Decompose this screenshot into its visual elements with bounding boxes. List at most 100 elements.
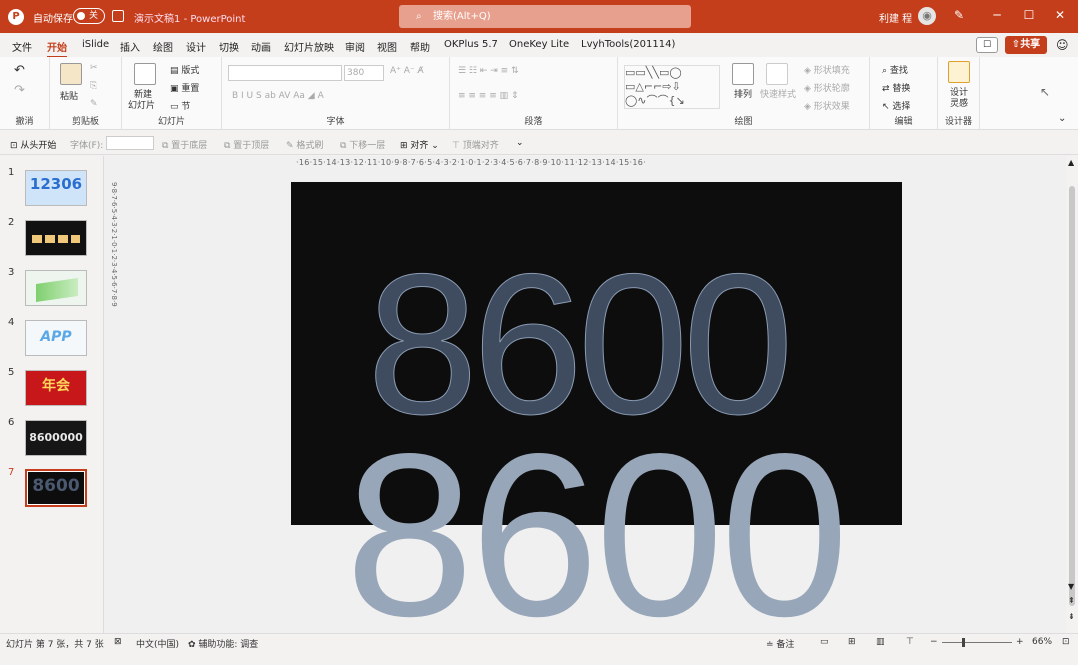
tab-draw[interactable]: 绘图 (153, 39, 173, 54)
tab-transitions[interactable]: 切换 (219, 39, 239, 54)
layout-button[interactable]: ▤ 版式 (170, 63, 199, 76)
scroll-up-icon[interactable]: ▲ (1068, 158, 1074, 167)
align-button[interactable]: ⊞ 对齐 ⌄ (400, 138, 439, 151)
cut-icon[interactable]: ✂ (90, 63, 98, 73)
qat-more-icon[interactable]: ⌄ (516, 138, 524, 148)
new-slide-icon[interactable] (134, 63, 156, 85)
reading-view-icon[interactable]: ▥ (876, 637, 885, 647)
slide-thumbnail[interactable]: APP (25, 320, 87, 356)
avatar[interactable]: ◉ (918, 7, 936, 25)
share-button[interactable]: ⇧共享 (1005, 36, 1047, 54)
slide-thumbnail[interactable]: 年会 (25, 370, 87, 406)
font-size-input[interactable]: 380 (344, 65, 384, 81)
slide-number: 5 (8, 367, 15, 378)
tab-home[interactable]: 开始 (47, 39, 67, 58)
slide-thumbnail-current[interactable]: 8600 (25, 469, 87, 507)
more-options-icon[interactable]: ☺ (1056, 38, 1069, 52)
shape-outline-button[interactable]: ◈ 形状轮廓 (804, 81, 850, 94)
bring-to-back-button[interactable]: ⧉ 置于底层 (162, 138, 207, 151)
zoom-level[interactable]: 66% (1032, 637, 1052, 647)
scrollbar-thumb[interactable] (1069, 186, 1075, 606)
redo-icon[interactable]: ↷ (14, 83, 25, 98)
paste-icon[interactable] (60, 63, 82, 85)
grow-font-icon[interactable]: A⁺ A⁻ A̸ (390, 66, 424, 76)
font-format-icons[interactable]: B I U S ab AV Aa ◢ A (232, 91, 324, 101)
minimize-icon[interactable]: ─ (987, 8, 1007, 22)
new-slide-button-label[interactable]: 幻灯片 (128, 98, 155, 111)
quick-styles-button[interactable]: 快速样式 (760, 87, 796, 100)
tab-okplus[interactable]: OKPlus 5.7 (444, 39, 498, 50)
accessibility-button[interactable]: ✿ 辅助功能: 调查 (188, 637, 258, 650)
slideshow-icon[interactable]: ⊤ (906, 637, 914, 647)
font-select[interactable] (106, 136, 154, 150)
slide-thumbnail[interactable]: 12306 (25, 170, 87, 206)
copy-icon[interactable]: ⎘ (90, 81, 97, 91)
maximize-icon[interactable]: ☐ (1019, 8, 1039, 22)
zoom-out-icon[interactable]: − (930, 637, 938, 647)
find-button[interactable]: ⌕ 查找 (882, 63, 908, 76)
move-down-button[interactable]: ⧉ 下移一层 (340, 138, 385, 151)
from-start-button[interactable]: ⊡ 从头开始 (10, 138, 56, 151)
format-painter-icon[interactable]: ✎ (90, 99, 98, 109)
format-painter-button[interactable]: ✎ 格式刷 (286, 138, 323, 151)
design-ideas-icon[interactable] (948, 61, 970, 83)
user-name[interactable]: 利建 程 (879, 10, 912, 25)
zoom-in-icon[interactable]: + (1016, 637, 1024, 647)
document-title: 演示文稿1 - PowerPoint (134, 14, 246, 25)
font-group: 380 A⁺ A⁻ A̸ B I U S ab AV Aa ◢ A 字体 (222, 57, 450, 130)
pen-icon[interactable]: ✎ (954, 8, 964, 22)
slide-sorter-icon[interactable]: ⊞ (848, 637, 856, 647)
scroll-down-icon[interactable]: ▼ (1068, 582, 1074, 591)
comment-icon[interactable]: ☐ (976, 37, 998, 53)
arrange-icon[interactable] (732, 63, 754, 85)
collapse-ribbon-icon[interactable]: ⌄ (1058, 113, 1066, 124)
paste-button[interactable]: 粘贴 (60, 89, 78, 102)
search-box[interactable]: ⌕ 搜索(Alt+Q) (399, 5, 691, 28)
arrange-button[interactable]: 排列 (734, 87, 752, 100)
shape-effects-button[interactable]: ◈ 形状效果 (804, 99, 850, 112)
shapes-gallery[interactable]: ▭▭╲╲▭◯ ▭△⌐⌐⇨⇩ ◯∿⌒⌒{↘ (624, 65, 720, 109)
slide-thumbnail[interactable] (25, 270, 87, 306)
reset-button[interactable]: ▣ 重置 (170, 81, 199, 94)
zoom-slider[interactable] (942, 642, 1012, 643)
zoom-slider-knob[interactable] (962, 638, 965, 647)
normal-view-icon[interactable]: ▭ (820, 637, 829, 647)
close-icon[interactable]: ✕ (1050, 8, 1070, 22)
design-ideas-button-label[interactable]: 灵感 (950, 96, 968, 109)
font-name-input[interactable] (228, 65, 342, 81)
slide-thumbnail[interactable]: 8600000 (25, 420, 87, 456)
tab-design[interactable]: 设计 (186, 39, 206, 54)
quick-styles-icon[interactable] (766, 63, 788, 85)
editing-group-label: 编辑 (894, 117, 913, 127)
autosave-toggle[interactable]: 关 (73, 8, 105, 24)
tab-view[interactable]: 视图 (377, 39, 397, 54)
tab-file[interactable]: 文件 (12, 39, 32, 54)
tab-review[interactable]: 审阅 (345, 39, 365, 54)
slide-thumbnail[interactable] (25, 220, 87, 256)
tab-insert[interactable]: 插入 (120, 39, 140, 54)
next-slide-icon[interactable]: ⇟ (1068, 612, 1075, 621)
tab-animations[interactable]: 动画 (251, 39, 271, 54)
slide-number-text-bottom[interactable]: 8600 (345, 420, 849, 652)
list-icons[interactable]: ☰ ☷ ⇤ ⇥ ≡ ⇅ (458, 66, 519, 76)
notes-button[interactable]: ≐ 备注 (766, 637, 794, 650)
tab-islide[interactable]: iSlide (82, 39, 109, 50)
shape-fill-button[interactable]: ◈ 形状填充 (804, 63, 850, 76)
tab-lvyhtools[interactable]: LvyhTools(201114) (581, 39, 675, 50)
replace-button[interactable]: ⇄ 替换 (882, 81, 910, 94)
language-indicator[interactable]: 中文(中国) (136, 637, 179, 650)
align-icons[interactable]: ≡ ≡ ≡ ≡ ▥ ⇕ (458, 91, 519, 101)
top-align-button[interactable]: ⊤ 顶端对齐 (452, 138, 499, 151)
undo-icon[interactable]: ↶ (14, 63, 25, 78)
bring-to-top-button[interactable]: ⧉ 置于顶层 (224, 138, 269, 151)
save-icon[interactable] (112, 10, 124, 22)
vertical-scrollbar[interactable]: ▲ ▼ ⇞ ⇟ (1066, 156, 1078, 633)
tab-onekey[interactable]: OneKey Lite (509, 39, 569, 50)
tab-help[interactable]: 帮助 (410, 39, 430, 54)
previous-slide-icon[interactable]: ⇞ (1068, 596, 1075, 605)
tab-slideshow[interactable]: 幻灯片放映 (284, 39, 334, 54)
select-button[interactable]: ↖ 选择 (882, 99, 910, 112)
spellcheck-icon[interactable]: ⊠ (114, 637, 122, 647)
section-button[interactable]: ▭ 节 (170, 99, 190, 112)
fit-to-window-icon[interactable]: ⊡ (1062, 637, 1070, 647)
